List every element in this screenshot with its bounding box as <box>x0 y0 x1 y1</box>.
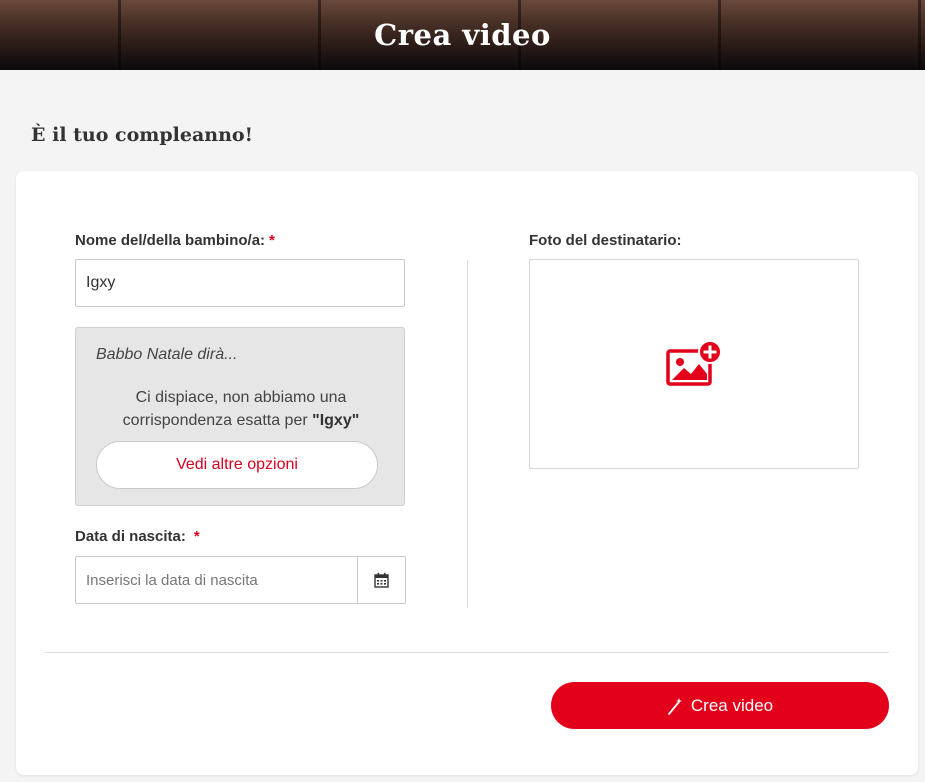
create-video-button[interactable]: Crea video <box>551 682 889 729</box>
birth-date-label: Data di nascita: * <box>75 528 200 545</box>
column-divider <box>467 260 468 608</box>
santa-heading: Babbo Natale dirà... <box>96 346 238 363</box>
required-mark: * <box>269 232 275 249</box>
name-label-text: Nome del/della bambino/a: <box>75 232 266 249</box>
header-banner: Crea video <box>0 0 925 70</box>
santa-message-name: "Igxy" <box>312 412 360 429</box>
required-mark: * <box>193 528 200 545</box>
calendar-button[interactable] <box>357 557 405 603</box>
more-options-button[interactable]: Vedi altre opzioni <box>96 441 378 489</box>
birth-date-label-text: Data di nascita: <box>75 528 186 545</box>
name-label: Nome del/della bambino/a: * <box>75 232 275 249</box>
page-title: Crea video <box>374 18 551 52</box>
santa-message: Ci dispiace, non abbiamo una corrisponde… <box>96 386 386 432</box>
birth-date-field <box>75 556 406 604</box>
photo-label: Foto del destinatario: <box>529 232 682 249</box>
calendar-icon <box>374 572 389 588</box>
child-name-input[interactable] <box>75 259 405 307</box>
form-divider <box>45 652 889 653</box>
santa-says-box: Babbo Natale dirà... Ci dispiace, non ab… <box>75 327 405 506</box>
create-video-label: Crea video <box>690 695 774 715</box>
add-photo-icon <box>666 340 722 386</box>
photo-upload-area[interactable] <box>529 259 859 469</box>
page-subtitle: È il tuo compleanno! <box>31 124 253 146</box>
birth-date-input[interactable] <box>76 557 357 603</box>
magic-wand-icon <box>667 697 682 715</box>
form-card: Nome del/della bambino/a:* Babbo Natale … <box>16 171 918 775</box>
